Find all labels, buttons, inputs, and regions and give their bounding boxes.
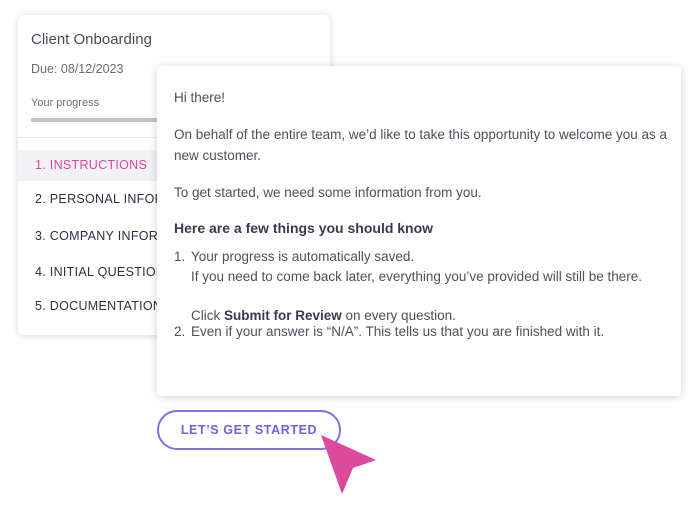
intro-text: On behalf of the entire team, we’d like …	[174, 127, 668, 163]
list-item: 1. Your progress is automatically saved.…	[174, 247, 674, 325]
app-stage: Client Onboarding Due: 08/12/2023 Your p…	[0, 0, 698, 510]
list-item: 2. Even if your answer is “N/A”. This te…	[174, 322, 674, 342]
due-date: Due: 08/12/2023	[31, 62, 124, 76]
get-started-text: To get started, we need some information…	[174, 185, 482, 200]
list-text: Click	[191, 307, 224, 323]
list-text: Even if your answer is “N/A”. This tells…	[191, 324, 605, 339]
welcome-panel: Hi there! On behalf of the entire team, …	[157, 66, 681, 396]
pointer-arrow-shape	[321, 435, 376, 494]
progress-bar-fill	[31, 118, 160, 122]
pointer-arrow-icon	[321, 435, 376, 494]
greeting-text: Hi there!	[174, 90, 226, 105]
list-text: If you need to come back later, everythi…	[191, 268, 642, 284]
list-text: Your progress is automatically saved.	[191, 249, 415, 264]
onboarding-title: Client Onboarding	[31, 31, 152, 48]
progress-label: Your progress	[31, 97, 100, 109]
submit-for-review-label: Submit for Review	[224, 307, 342, 323]
list-number: 2.	[174, 324, 186, 339]
tips-heading: Here are a few things you should know	[174, 220, 434, 236]
list-text: on every question.	[341, 307, 456, 323]
lets-get-started-label: LET’S GET STARTED	[180, 423, 318, 437]
list-number: 1.	[174, 249, 186, 264]
lets-get-started-button[interactable]: LET’S GET STARTED	[157, 410, 341, 450]
